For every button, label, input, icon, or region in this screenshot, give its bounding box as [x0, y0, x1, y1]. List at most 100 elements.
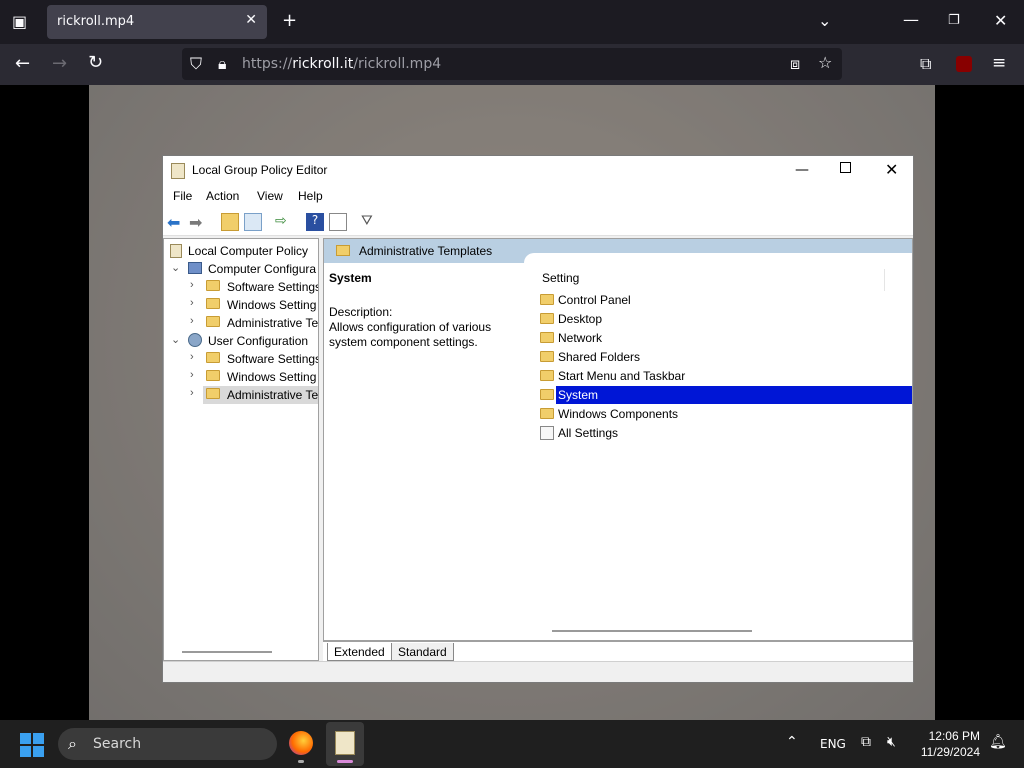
maximize-icon[interactable]	[840, 162, 851, 173]
chevron-right-icon[interactable]: ›	[190, 369, 194, 381]
ublock-icon[interactable]	[956, 56, 972, 72]
taskbar: ⌕ Search ⌃ ENG ⧉ 🔇︎ 12:06 PM 11/29/2024 …	[0, 720, 1024, 768]
gpedit-window: Local Group Policy Editor — ✕ File Actio…	[162, 155, 914, 683]
picture-in-picture-icon[interactable]: ⧈	[790, 56, 800, 72]
extended-title: System	[329, 271, 372, 285]
url-text[interactable]: https://rickroll.it/rickroll.mp4	[242, 56, 441, 72]
tree-item-computer-configuration[interactable]: ⌄ Computer Configura	[164, 260, 318, 278]
list-horizontal-scrollbar[interactable]	[552, 630, 752, 632]
filter-icon[interactable]: ⛛	[361, 213, 379, 231]
language-indicator[interactable]: ENG	[820, 737, 846, 751]
folder-icon	[206, 388, 220, 399]
lock-icon[interactable]: 🔒︎	[218, 56, 227, 72]
forward-icon[interactable]: ➡	[189, 213, 207, 232]
folder-icon	[540, 294, 554, 305]
chevron-up-icon[interactable]: ⌃	[786, 734, 798, 750]
chevron-right-icon[interactable]: ›	[190, 387, 194, 399]
reload-icon[interactable]: ↻	[88, 54, 103, 72]
shield-icon[interactable]: ⛉	[190, 56, 202, 72]
folder-icon	[336, 245, 350, 256]
chevron-right-icon[interactable]: ›	[190, 297, 194, 309]
list-item-control-panel[interactable]: Control Panel	[537, 291, 912, 309]
new-tab-icon[interactable]: +	[282, 12, 297, 30]
properties-icon[interactable]	[329, 213, 347, 231]
tab-extended[interactable]: Extended	[327, 643, 392, 661]
column-setting[interactable]: Setting	[542, 271, 579, 285]
back-icon[interactable]: ⬅	[167, 213, 185, 232]
back-icon[interactable]: ←	[15, 55, 30, 73]
folder-icon	[540, 408, 554, 419]
description-text: Allows configuration of various system c…	[329, 320, 492, 349]
app-icon	[171, 163, 185, 179]
url-bar[interactable]: ⛉ 🔒︎ https://rickroll.it/rickroll.mp4 ⧈ …	[182, 48, 842, 80]
tree-item-cc-windows-settings[interactable]: › Windows Setting	[164, 296, 318, 314]
forward-icon[interactable]: →	[52, 55, 67, 73]
folder-icon	[206, 370, 220, 381]
all-settings-icon	[540, 426, 554, 440]
running-indicator	[298, 760, 304, 763]
help-icon[interactable]: ?	[306, 213, 324, 231]
tree-item-local-computer-policy[interactable]: Local Computer Policy	[164, 242, 318, 260]
folder-icon	[540, 313, 554, 324]
browser-tab[interactable]: rickroll.mp4 ✕	[47, 5, 267, 39]
selection-highlight	[556, 386, 912, 404]
tree-horizontal-scrollbar[interactable]	[182, 651, 272, 653]
extensions-icon[interactable]: ⧉	[920, 56, 931, 72]
active-indicator	[337, 760, 353, 763]
close-tab-icon[interactable]: ✕	[245, 12, 257, 28]
chevron-down-icon[interactable]: ⌄	[171, 333, 180, 346]
column-divider[interactable]	[884, 269, 885, 291]
menu-help[interactable]: Help	[298, 189, 323, 203]
window-toolbar: ⬅ ➡ ⇨ ? ⛛	[163, 208, 913, 236]
list-item-all-settings[interactable]: All Settings	[537, 424, 912, 442]
window-titlebar[interactable]: Local Group Policy Editor — ✕	[163, 156, 913, 186]
tree-item-user-configuration[interactable]: ⌄ User Configuration	[164, 332, 318, 350]
clock[interactable]: 12:06 PM 11/29/2024	[920, 728, 980, 760]
list-item-network[interactable]: Network	[537, 329, 912, 347]
tree-item-uc-windows-settings[interactable]: › Windows Setting	[164, 368, 318, 386]
tree-item-cc-administrative-templates[interactable]: › Administrative Te	[164, 314, 318, 332]
header-curve	[524, 253, 912, 267]
close-icon[interactable]: ✕	[885, 160, 898, 179]
list-item-shared-folders[interactable]: Shared Folders	[537, 348, 912, 366]
menu-icon[interactable]: ≡	[992, 55, 1006, 72]
chevron-right-icon[interactable]: ›	[190, 351, 194, 363]
up-folder-icon[interactable]	[221, 213, 239, 231]
tab-standard[interactable]: Standard	[391, 643, 454, 661]
network-icon[interactable]: ⧉	[861, 734, 871, 750]
show-hide-tree-icon[interactable]	[244, 213, 262, 231]
tree-item-uc-software-settings[interactable]: › Software Settings	[164, 350, 318, 368]
minimize-icon[interactable]: —	[795, 162, 809, 178]
menu-view[interactable]: View	[257, 189, 283, 203]
description-label: Description:	[329, 305, 393, 319]
user-icon	[188, 333, 202, 347]
windows-start-icon[interactable]	[20, 733, 44, 757]
gpedit-taskbar-icon[interactable]	[335, 731, 355, 755]
bookmark-star-icon[interactable]: ☆	[818, 55, 832, 71]
list-item-desktop[interactable]: Desktop	[537, 310, 912, 328]
tree-item-uc-administrative-templates[interactable]: › Administrative Te	[164, 386, 318, 404]
list-item-start-menu-and-taskbar[interactable]: Start Menu and Taskbar	[537, 367, 912, 385]
export-list-icon[interactable]: ⇨	[275, 213, 293, 231]
minimize-icon[interactable]: —	[903, 12, 919, 28]
tree-item-cc-software-settings[interactable]: › Software Settings	[164, 278, 318, 296]
clock-time: 12:06 PM	[928, 729, 980, 743]
chevron-down-icon[interactable]: ⌄	[818, 13, 831, 29]
chevron-right-icon[interactable]: ›	[190, 279, 194, 291]
tab-list-icon[interactable]: ▣	[12, 14, 27, 30]
menu-action[interactable]: Action	[206, 189, 239, 203]
menu-file[interactable]: File	[173, 189, 192, 203]
chevron-down-icon[interactable]: ⌄	[171, 261, 180, 274]
column-header[interactable]: Setting	[539, 269, 912, 291]
list-item-windows-components[interactable]: Windows Components	[537, 405, 912, 423]
chevron-right-icon[interactable]: ›	[190, 315, 194, 327]
volume-muted-icon[interactable]: 🔇︎	[887, 734, 896, 750]
tab-title: rickroll.mp4	[57, 14, 135, 29]
firefox-icon[interactable]	[289, 731, 313, 755]
notification-bell-icon[interactable]: 🔔︎	[989, 734, 1007, 750]
tree-pane: Local Computer Policy ⌄ Computer Configu…	[163, 238, 319, 661]
list-item-system[interactable]: System	[537, 386, 912, 404]
close-window-icon[interactable]: ✕	[994, 13, 1007, 29]
restore-icon[interactable]: ❐	[948, 13, 960, 29]
taskbar-search[interactable]: ⌕ Search	[58, 728, 277, 760]
